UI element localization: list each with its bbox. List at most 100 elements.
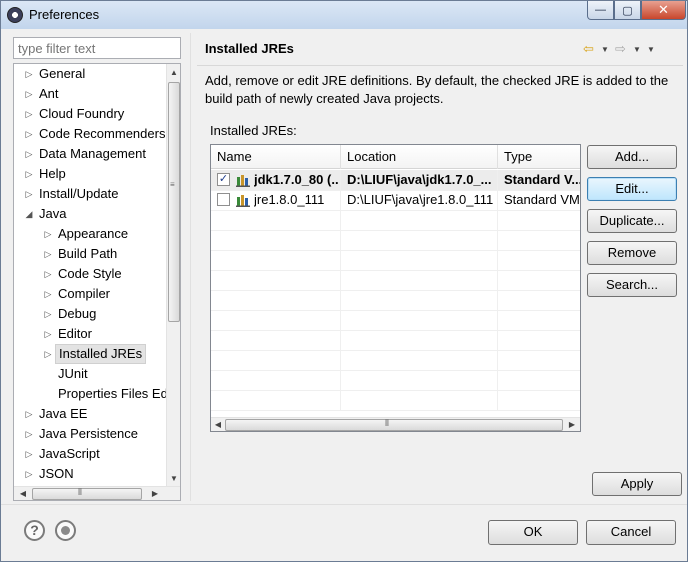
cancel-button[interactable]: Cancel — [586, 520, 676, 545]
scroll-up-arrow-icon[interactable]: ▲ — [167, 66, 180, 80]
default-jre-checkbox[interactable]: ✓ — [217, 173, 230, 186]
expand-arrow-icon[interactable]: ▷ — [43, 304, 53, 324]
expand-arrow-icon[interactable]: ▷ — [24, 404, 34, 424]
scroll-right-arrow-icon[interactable]: ▶ — [148, 487, 162, 500]
tree-item[interactable]: ▷ Help — [14, 164, 168, 184]
column-divider — [497, 290, 498, 311]
expand-arrow-icon[interactable]: ▷ — [24, 424, 34, 444]
scroll-thumb[interactable] — [225, 419, 563, 431]
tree-item[interactable]: ▷ Install/Update — [14, 184, 168, 204]
search-button[interactable]: Search... — [587, 273, 677, 297]
tree-vertical-scrollbar[interactable]: ▲ ≡ ▼ — [166, 64, 180, 486]
tree-item-label: JSON — [39, 466, 74, 481]
tree-item[interactable]: ▷ Compiler — [14, 284, 168, 304]
help-icon[interactable]: ? — [24, 520, 45, 541]
tree-item-label: Code Style — [58, 266, 122, 281]
expand-arrow-icon[interactable]: ▷ — [24, 124, 34, 144]
table-row[interactable]: ✓ jdk1.7.0_80 (... D:\LIUF\java\jdk1.7.0_.… — [211, 170, 580, 191]
tree-item[interactable]: ▷ Code Style — [14, 264, 168, 284]
column-divider — [497, 310, 498, 331]
tree-item[interactable]: ▷ JSON — [14, 464, 168, 484]
forward-arrow-icon[interactable]: ⇨ — [615, 41, 633, 57]
tree-item[interactable]: ▷ Build Path — [14, 244, 168, 264]
tree-item[interactable]: ▷ Ant — [14, 84, 168, 104]
import-export-icon[interactable] — [55, 520, 76, 541]
tree-item[interactable]: ▷ Cloud Foundry — [14, 104, 168, 124]
column-header-location[interactable]: Location — [341, 145, 498, 169]
remove-button[interactable]: Remove — [587, 241, 677, 265]
back-menu-chevron-icon[interactable]: ▼ — [601, 45, 615, 54]
column-divider — [340, 210, 341, 231]
duplicate-button[interactable]: Duplicate... — [587, 209, 677, 233]
scroll-left-arrow-icon[interactable]: ◀ — [212, 418, 224, 431]
column-header-type[interactable]: Type — [498, 145, 580, 169]
tree-item[interactable]: ▷ Code Recommenders — [14, 124, 168, 144]
column-divider — [497, 170, 498, 191]
expand-arrow-icon[interactable]: ▷ — [24, 104, 34, 124]
expand-arrow-icon[interactable]: ▷ — [24, 184, 34, 204]
minimize-button[interactable]: — — [587, 1, 614, 20]
tree-item[interactable]: ▷ Installed JREs — [14, 344, 168, 364]
expand-arrow-icon[interactable]: ▷ — [43, 224, 53, 244]
expand-arrow-icon[interactable]: ▷ — [43, 344, 53, 364]
tree-item[interactable]: ▷ Appearance — [14, 224, 168, 244]
ok-button[interactable]: OK — [488, 520, 578, 545]
default-jre-checkbox[interactable] — [217, 193, 230, 206]
column-divider — [340, 370, 341, 391]
expand-arrow-icon[interactable]: ▷ — [24, 144, 34, 164]
tree-item[interactable]: ▷ Editor — [14, 324, 168, 344]
tree-item[interactable]: ▷ Debug — [14, 304, 168, 324]
maximize-button[interactable]: ▢ — [614, 1, 641, 20]
pane-divider[interactable] — [190, 33, 191, 501]
close-button[interactable]: ✕ — [641, 1, 686, 20]
preferences-window: Preferences — ▢ ✕ ▷ General ▷ Ant ▷ Cloud Fou… — [0, 0, 688, 562]
expand-arrow-icon[interactable]: ▷ — [43, 244, 53, 264]
filter-input[interactable] — [13, 37, 181, 59]
expand-arrow-icon[interactable]: ▷ — [24, 444, 34, 464]
empty-table-row — [211, 290, 580, 311]
expand-arrow-icon[interactable]: ▷ — [43, 284, 53, 304]
eclipse-icon — [7, 7, 23, 23]
table-row[interactable]: jre1.8.0_111 D:\LIUF\java\jre1.8.0_111 Sta… — [211, 190, 580, 211]
footer-divider — [1, 504, 687, 505]
tree-item[interactable]: ▷ Java EE — [14, 404, 168, 424]
table-horizontal-scrollbar[interactable]: ◀ ⦀ ▶ — [211, 417, 580, 431]
back-arrow-icon[interactable]: ⇦ — [583, 41, 601, 57]
tree-item[interactable]: ▷ General — [14, 64, 168, 84]
jre-name-cell: jre1.8.0_111 — [254, 192, 325, 207]
grip-icon: ⦀ — [78, 487, 82, 497]
scroll-thumb[interactable] — [168, 82, 180, 322]
scroll-right-arrow-icon[interactable]: ▶ — [566, 418, 578, 431]
view-menu-chevron-icon[interactable]: ▼ — [647, 45, 661, 54]
expand-arrow-icon[interactable]: ▷ — [43, 264, 53, 284]
tree-item[interactable]: ◢ Java — [14, 204, 168, 224]
column-divider — [340, 350, 341, 371]
title-bar[interactable]: Preferences — [1, 1, 687, 29]
page-title: Installed JREs — [205, 41, 294, 56]
jre-table: Name Location Type ✓ jdk1.7.0_80 (... D:\L… — [210, 144, 581, 432]
expand-arrow-icon[interactable]: ▷ — [24, 84, 34, 104]
apply-button[interactable]: Apply — [592, 472, 682, 496]
scroll-left-arrow-icon[interactable]: ◀ — [16, 487, 30, 500]
scroll-thumb[interactable] — [32, 488, 142, 500]
expand-arrow-icon[interactable]: ▷ — [24, 164, 34, 184]
expand-arrow-icon[interactable]: ▷ — [24, 64, 34, 84]
tree-item[interactable]: Properties Files Ed — [14, 384, 168, 404]
scroll-down-arrow-icon[interactable]: ▼ — [167, 472, 180, 486]
edit-button[interactable]: Edit... — [587, 177, 677, 201]
expand-arrow-icon[interactable]: ▷ — [24, 464, 34, 484]
forward-menu-chevron-icon[interactable]: ▼ — [633, 45, 647, 54]
column-divider — [497, 390, 498, 411]
empty-table-row — [211, 230, 580, 251]
collapse-arrow-icon[interactable]: ◢ — [24, 204, 34, 224]
header-divider — [197, 65, 683, 66]
tree-item[interactable]: ▷ Java Persistence — [14, 424, 168, 444]
tree-horizontal-scrollbar[interactable]: ◀ ⦀ ▶ — [14, 486, 180, 500]
tree-item[interactable]: JUnit — [14, 364, 168, 384]
column-header-name[interactable]: Name — [211, 145, 341, 169]
column-divider — [340, 250, 341, 271]
tree-item[interactable]: ▷ Data Management — [14, 144, 168, 164]
expand-arrow-icon[interactable]: ▷ — [43, 324, 53, 344]
add-button[interactable]: Add... — [587, 145, 677, 169]
tree-item[interactable]: ▷ JavaScript — [14, 444, 168, 464]
